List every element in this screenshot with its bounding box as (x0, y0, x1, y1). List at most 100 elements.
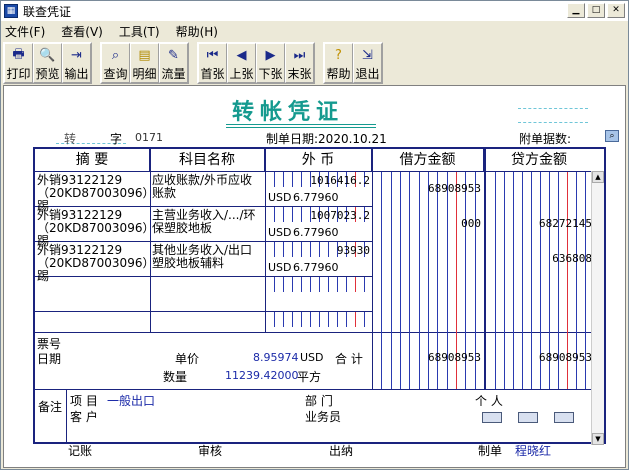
voucher-date: 制单日期:2020.10.21 (266, 130, 387, 147)
edit-icon[interactable] (518, 412, 538, 423)
binoculars-icon: ⌕ (111, 48, 120, 63)
entry2-credit: 68272145 (539, 217, 592, 230)
foreign-guide-line (292, 277, 293, 292)
dashed-line (518, 108, 588, 109)
voucher-type: 转 (64, 132, 77, 146)
dashed-line (518, 122, 588, 123)
detail-button[interactable]: ▤ 明细 (130, 43, 159, 83)
foreign-guide-line (274, 312, 275, 327)
voucher-document: 转帐凭证 转 字 0171 制单日期:2020.10.21 附单据数: ⌕ 摘 … (3, 85, 626, 468)
foreign-guide-line (364, 277, 365, 292)
entry3-currency: USD (268, 261, 292, 274)
first-button[interactable]: ⏮ 首张 (198, 43, 227, 83)
foreign-guide-line (346, 312, 347, 327)
project-label: 项 目 (70, 394, 98, 408)
flow-button[interactable]: ✎ 流量 (159, 43, 188, 83)
entry2-account[interactable]: 主营业务收入/.../环保塑胶地板 (152, 209, 262, 235)
attachment-search-icon[interactable]: ⌕ (605, 130, 619, 142)
dept-label: 部 门 (305, 394, 333, 408)
first-record-icon: ⏮ (206, 48, 219, 63)
foreign-guide-line (274, 277, 275, 292)
minimize-button[interactable]: ▁ (567, 3, 585, 18)
next-record-icon: ▶ (265, 48, 276, 63)
col-account: 科目名称 (150, 149, 265, 171)
menu-view[interactable]: 查看(V) (61, 23, 103, 40)
last-record-icon: ⏭ (293, 48, 306, 63)
foreign-guide-line (337, 312, 338, 327)
foreign-guide-line (310, 277, 311, 292)
last-button[interactable]: ⏭ 末张 (285, 43, 314, 83)
foreign-guide-line (328, 312, 329, 327)
price-label: 单价 (175, 352, 200, 366)
toolbar: 🖶 打印 🔍 预览 ⇥ 输出 ⌕ 查询 ▤ 明细 ✎ 流量 ⏮ 首张 ◀ 上张 ▶ 下张 ⏭ 末张 … (3, 42, 391, 84)
menu-help[interactable]: 帮助(H) (176, 23, 218, 40)
foreign-guide-line (355, 277, 356, 292)
entries-grid: 摘 要 科目名称 外 币 借方金额 贷方金额 外销93122129（20KD87… (33, 147, 606, 445)
preview-icon: 🔍 (39, 48, 56, 63)
bookkeep-label: 记账 (68, 444, 93, 458)
price-unit: USD (300, 351, 324, 364)
customer-label: 客 户 (70, 410, 98, 424)
entry2-debit: 000 (461, 217, 481, 230)
foreign-guide-line (283, 277, 284, 292)
total-debit: 68908953 (428, 351, 481, 364)
entry3-credit: 636808 (552, 252, 592, 265)
foreign-guide-line (319, 277, 320, 292)
menu-bar: 文件(F) 查看(V) 工具(T) 帮助(H) (1, 22, 628, 40)
person-label: 个 人 (475, 394, 503, 408)
entry3-account[interactable]: 其他业务收入/出口塑胶地板辅料 (152, 244, 262, 270)
export-button[interactable]: ⇥ 输出 (62, 43, 91, 83)
exit-door-icon: ⇲ (362, 48, 373, 63)
attachments-label: 附单据数: (519, 132, 572, 146)
entry2-rate: 6.77960 (293, 226, 339, 239)
prev-button[interactable]: ◀ 上张 (227, 43, 256, 83)
total-label: 合 计 (335, 352, 363, 366)
preview-button[interactable]: 🔍 预览 (33, 43, 62, 83)
foreign-guide-line (337, 277, 338, 292)
foreign-guide-line (310, 312, 311, 327)
col-debit: 借方金额 (372, 149, 484, 171)
col-foreign: 外 币 (265, 149, 372, 171)
scroll-up-icon[interactable]: ▲ (592, 171, 604, 183)
window-title: 联查凭证 (23, 4, 72, 19)
vertical-scrollbar[interactable]: ▲ ▼ (591, 171, 604, 445)
col-credit: 贷方金额 (511, 152, 567, 168)
menu-file[interactable]: 文件(F) (5, 23, 45, 40)
title-bar: ▦ 联查凭证 ▁ □ ✕ (1, 1, 628, 21)
voucher-zi-label: 字 (110, 132, 123, 146)
remarks-label: 备注 (38, 400, 63, 414)
maker-label: 制单 (478, 444, 503, 458)
tool-icon[interactable] (554, 412, 574, 423)
note-icon[interactable] (482, 412, 502, 423)
foreign-guide-line (283, 312, 284, 327)
title-underline (226, 124, 376, 128)
entry1-currency: USD (268, 191, 292, 204)
menu-tools[interactable]: 工具(T) (119, 23, 160, 40)
foreign-guide-line (301, 312, 302, 327)
maximize-button[interactable]: □ (587, 3, 605, 18)
col-summary: 摘 要 (35, 149, 150, 171)
export-icon: ⇥ (71, 48, 82, 63)
maker-name: 程晓红 (515, 444, 552, 458)
entry2-currency: USD (268, 226, 292, 239)
help-icon: ? (335, 48, 342, 63)
price-value: 8.95974 (253, 351, 299, 364)
entry1-debit: 68908953 (428, 182, 481, 195)
printer-icon: 🖶 (12, 46, 25, 62)
next-button[interactable]: ▶ 下张 (256, 43, 285, 83)
signature-footer: 记账 审核 出纳 制单 程晓红 (4, 442, 625, 458)
salesman-label: 业务员 (305, 410, 342, 424)
entry3-foreign-amount: 93930 (336, 244, 370, 257)
entry1-account[interactable]: 应收账款/外币应收账款 (152, 174, 262, 200)
date-label: 制单日期: (266, 132, 319, 146)
exit-button[interactable]: ⇲ 退出 (353, 43, 382, 83)
help-button[interactable]: ? 帮助 (324, 43, 353, 83)
close-button[interactable]: ✕ (607, 3, 625, 18)
query-button[interactable]: ⌕ 查询 (101, 43, 130, 83)
qty-unit: 平方 (297, 370, 322, 384)
foreign-guide-line (292, 312, 293, 327)
entry3-summary[interactable]: 外销93122129（20KD87003096）踢 (37, 244, 149, 283)
foreign-guide-line (355, 312, 356, 327)
flow-icon: ✎ (168, 48, 179, 63)
print-button[interactable]: 🖶 打印 (4, 43, 33, 83)
